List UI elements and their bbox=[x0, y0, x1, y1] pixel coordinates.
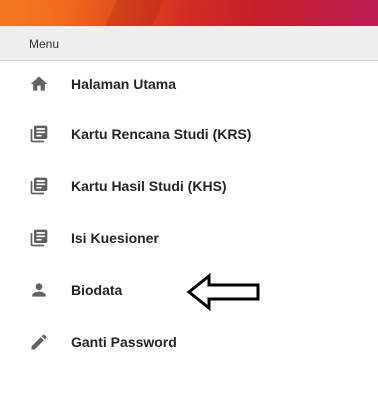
menu-item-khs[interactable]: Kartu Hasil Studi (KHS) bbox=[0, 162, 378, 210]
menu-item-ganti-password[interactable]: Ganti Password bbox=[0, 318, 378, 366]
menu-item-label: Kartu Rencana Studi (KRS) bbox=[71, 126, 252, 142]
left-arrow-icon bbox=[186, 273, 260, 311]
home-icon bbox=[30, 76, 48, 91]
document-list-icon bbox=[30, 177, 48, 195]
menu-item-krs[interactable]: Kartu Rencana Studi (KRS) bbox=[0, 110, 378, 158]
menu-item-halaman-utama[interactable]: Halaman Utama bbox=[0, 60, 378, 108]
menu-header-label: Menu bbox=[29, 37, 60, 51]
document-list-icon bbox=[30, 229, 48, 247]
person-icon bbox=[32, 283, 46, 297]
menu-item-label: Halaman Utama bbox=[71, 76, 177, 92]
pencil-icon bbox=[31, 334, 47, 350]
menu-item-label: Kartu Hasil Studi (KHS) bbox=[71, 178, 227, 194]
menu-item-isi-kuesioner[interactable]: Isi Kuesioner bbox=[0, 214, 378, 262]
document-list-icon bbox=[30, 125, 48, 143]
app-header-bar bbox=[0, 0, 378, 26]
menu-item-label: Isi Kuesioner bbox=[71, 230, 159, 246]
menu-item-label: Ganti Password bbox=[71, 334, 177, 350]
menu-item-label: Biodata bbox=[71, 282, 123, 298]
menu-header: Menu bbox=[0, 26, 378, 61]
